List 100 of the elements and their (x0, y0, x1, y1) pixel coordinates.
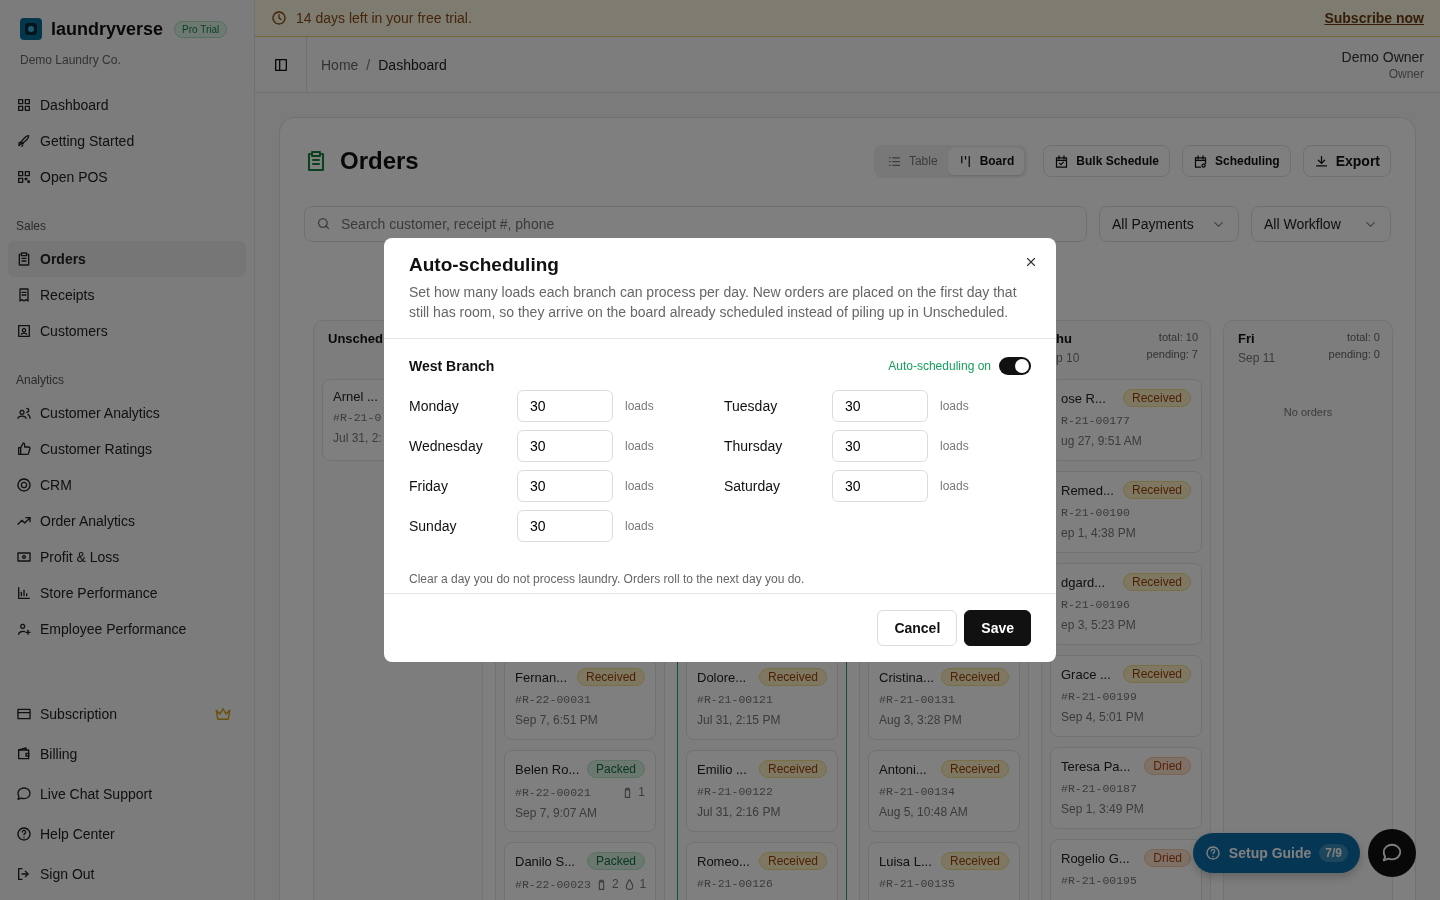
receipt-number: #R-21-00135 (879, 877, 955, 890)
loads-input[interactable]: 30 (517, 390, 613, 422)
status-badge: Received (1122, 481, 1191, 499)
receipt-number: #R-21-00122 (697, 785, 773, 798)
nav-item[interactable]: Sign Out (8, 854, 246, 894)
column-total: total: 10 (1158, 331, 1198, 343)
search-field[interactable]: Search customer, receipt #, phone (304, 206, 1087, 242)
status-badge: Dried (1144, 757, 1191, 775)
setup-guide-label: Setup Guide (1228, 845, 1312, 861)
order-card[interactable]: Belen Ro... Packed #R-22-00021 1 Sep 7, 9:07 AM (504, 750, 656, 832)
order-date: ep 1, 4:38 PM (1061, 526, 1137, 540)
nav-item[interactable]: Billing (8, 734, 246, 774)
loads-input[interactable]: 30 (517, 430, 613, 462)
customer-name: Remed... (1061, 482, 1114, 498)
nav-item[interactable]: Live Chat Support (8, 774, 246, 814)
dialog-title: Auto-scheduling (409, 254, 560, 276)
receipt-number: R-21-00190 (1061, 506, 1130, 519)
customer-name: Belen Ro... (515, 761, 580, 777)
filter-dropdown[interactable]: All Payments (1099, 206, 1239, 242)
auto-status-label: Auto-scheduling on (888, 359, 991, 373)
nav-item[interactable]: Subscription (8, 694, 246, 734)
page-title: Orders (340, 147, 419, 175)
nav-item[interactable]: Open POS (8, 159, 246, 195)
nav-item[interactable]: Customer Analytics (8, 395, 246, 431)
receipt-number: #R-22-00021 (515, 785, 591, 799)
wallet-icon (16, 746, 32, 762)
order-date: Jul 31, 2:15 PM (697, 713, 782, 727)
unit-label: loads (940, 439, 969, 453)
breadcrumb-link[interactable]: Dashboard (378, 56, 447, 73)
close-icon[interactable] (1024, 255, 1038, 269)
toggle-switch[interactable] (999, 357, 1031, 375)
status-badge: Received (758, 668, 827, 686)
loads-input[interactable]: 30 (517, 470, 613, 502)
nav-item[interactable]: Help Center (8, 814, 246, 854)
order-card[interactable]: Antoni... Received #R-21-00134 Aug 5, 10:48 AM (868, 750, 1020, 832)
order-date: ug 27, 9:51 AM (1061, 434, 1143, 448)
subscribe-link[interactable]: Subscribe now (1324, 10, 1424, 26)
user-role: Owner (1388, 66, 1424, 81)
status-badge: Received (940, 760, 1009, 778)
nav-item[interactable]: Store Performance (8, 575, 246, 611)
empty-message: No orders (1282, 406, 1334, 418)
setup-guide-button[interactable]: Setup Guide 7/9 (1192, 833, 1360, 873)
filter-dropdown[interactable]: All Workflow (1251, 206, 1391, 242)
order-card[interactable]: Rogelio G... Dried #R-21-00195 (1050, 839, 1202, 900)
order-date: Sep 7, 9:07 AM (515, 806, 599, 820)
order-card[interactable]: Teresa Pa... Dried #R-21-00187 Sep 1, 3:49 PM (1050, 747, 1202, 829)
help-icon (16, 826, 32, 842)
order-card[interactable]: Luisa L... Received #R-21-00135 (868, 842, 1020, 900)
status-badge: Received (1122, 573, 1191, 591)
customer-name: Fernan... (515, 669, 568, 685)
clock-icon (271, 10, 287, 26)
loads-input[interactable]: 30 (517, 510, 613, 542)
nav-item[interactable]: CRM (8, 467, 246, 503)
loads-input[interactable]: 30 (832, 430, 928, 462)
loads-input[interactable]: 30 (832, 470, 928, 502)
nav-item[interactable]: Receipts (8, 277, 246, 313)
receipt-number: #R-22-00031 (515, 693, 591, 706)
customer-name: Antoni... (879, 761, 927, 777)
day-label: Friday (409, 478, 449, 494)
sidebar-toggle-icon[interactable] (272, 56, 289, 73)
order-card[interactable]: Danilo S... Packed #R-22-00023 2 1 (504, 842, 656, 900)
column-pending: pending: 7 (1146, 348, 1198, 360)
target-icon (16, 477, 32, 493)
nav-item[interactable]: Customers (8, 313, 246, 349)
trial-text: 14 days left in your free trial. (296, 10, 472, 26)
day-label: Thursday (724, 438, 784, 454)
brand-name: laundryverse (51, 18, 164, 40)
order-card[interactable]: Emilio ... Received #R-21-00122 Jul 31, 2:16 PM (686, 750, 838, 832)
view-tab[interactable]: Table (876, 147, 948, 175)
day-label: Wednesday (409, 438, 484, 454)
save-button[interactable]: Save (964, 610, 1031, 646)
day-label: Saturday (724, 478, 782, 494)
users-icon (16, 405, 32, 421)
receipt-number: #R-21-00195 (1061, 874, 1137, 887)
action-button[interactable]: Bulk Schedule (1043, 145, 1170, 177)
nav-item[interactable]: Order Analytics (8, 503, 246, 539)
unit-label: loads (625, 519, 654, 533)
cancel-button[interactable]: Cancel (877, 610, 958, 646)
nav-item[interactable]: Employee Performance (8, 611, 246, 647)
item-count: 1 (638, 785, 645, 799)
view-tab[interactable]: Board (947, 147, 1025, 175)
status-badge: Packed (586, 760, 645, 778)
user-name: Demo Owner (1341, 48, 1424, 65)
order-card[interactable]: Grace ... Received #R-21-00199 Sep 4, 5:01 PM (1050, 655, 1202, 737)
nav-item[interactable]: Getting Started (8, 123, 246, 159)
column-title: hu (1056, 331, 1073, 346)
order-date: ep 3, 5:23 PM (1061, 618, 1137, 632)
breadcrumb-link[interactable]: Home (321, 56, 359, 73)
order-card[interactable]: Romeo... Received #R-21-00126 (686, 842, 838, 900)
nav-item[interactable]: Dashboard (8, 87, 246, 123)
nav-item[interactable]: Customer Ratings (8, 431, 246, 467)
grid-icon (16, 97, 32, 113)
receipt-icon (16, 287, 32, 303)
action-button[interactable]: Scheduling (1182, 145, 1291, 177)
action-button[interactable]: Export (1302, 145, 1391, 177)
customer-name: Emilio ... (697, 761, 747, 777)
nav-item[interactable]: Orders (8, 241, 246, 277)
bar-chart-icon (16, 585, 32, 601)
loads-input[interactable]: 30 (832, 390, 928, 422)
nav-item[interactable]: Profit & Loss (8, 539, 246, 575)
